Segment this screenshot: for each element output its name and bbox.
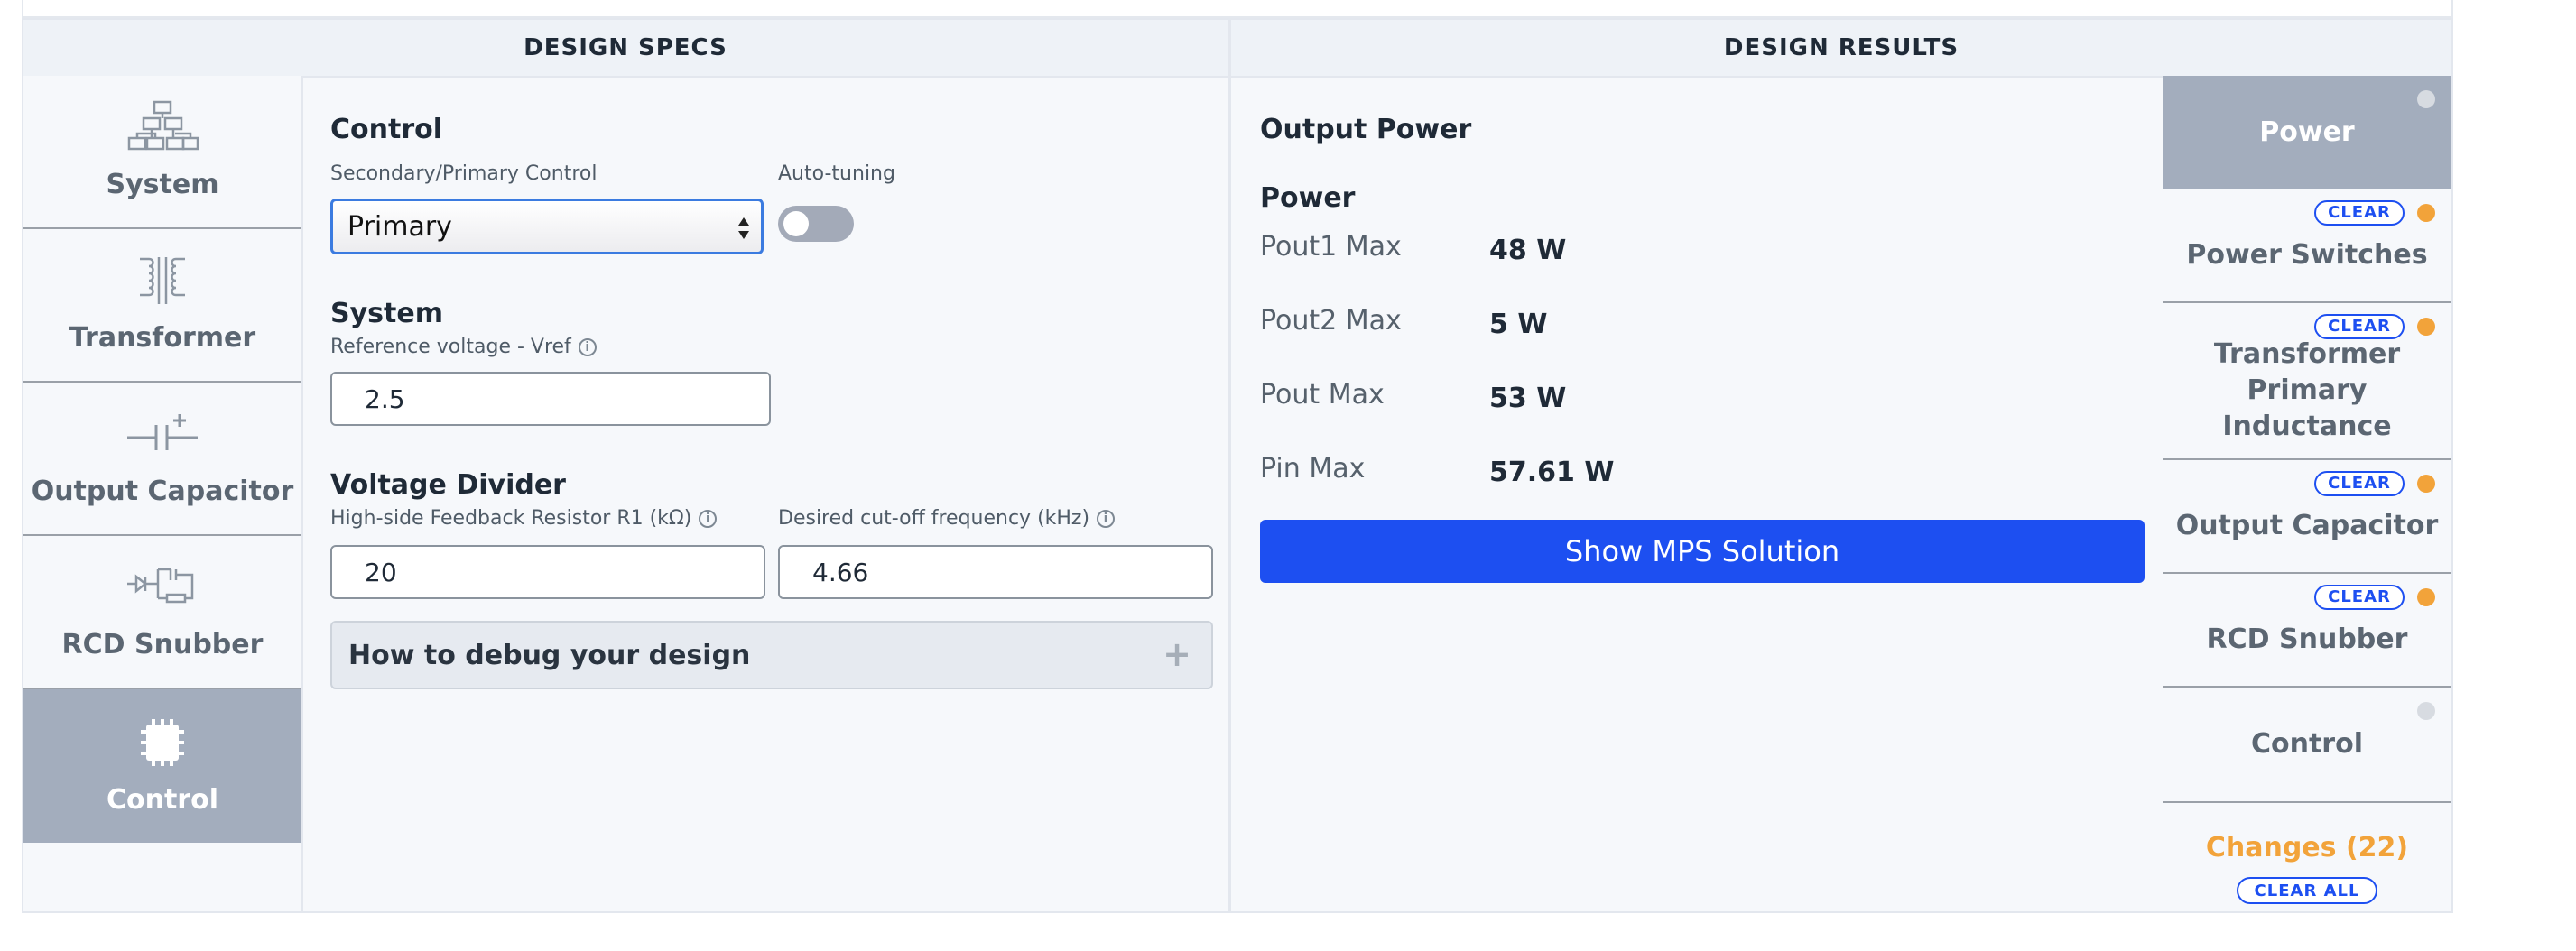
section-title-control: Control	[330, 114, 443, 145]
status-dot-icon	[2417, 90, 2435, 108]
design-specs-header: DESIGN SPECS	[23, 20, 1228, 78]
nav-item-control[interactable]: Control	[23, 689, 301, 843]
result-label: Pin Max	[1260, 453, 1366, 485]
results-tab-power[interactable]: Power	[2163, 76, 2451, 189]
results-content: Output Power Power Pout1 Max 48 W Pout2 …	[1231, 76, 2164, 911]
r1-input[interactable]: 20	[330, 545, 765, 599]
result-value: 57.61 W	[1489, 457, 1615, 488]
status-dot-icon	[2417, 318, 2435, 336]
rcd-snubber-icon	[127, 568, 194, 604]
debug-accordion[interactable]: How to debug your design +	[330, 621, 1213, 689]
status-dot-icon	[2417, 475, 2435, 493]
clear-button[interactable]: CLEAR	[2314, 314, 2405, 339]
results-tab-transformer-primary-inductance[interactable]: Transformer Primary Inductance CLEAR	[2163, 303, 2451, 460]
nav-label: Control	[106, 784, 218, 816]
auto-tuning-toggle[interactable]	[778, 206, 854, 242]
result-value: 53 W	[1489, 383, 1567, 414]
nav-label: System	[106, 169, 219, 200]
cutoff-frequency-label: Desired cut-off frequency (kHz) i	[778, 507, 1116, 530]
nav-item-transformer[interactable]: Transformer	[23, 229, 301, 383]
clear-button[interactable]: CLEAR	[2314, 471, 2405, 496]
chip-icon	[141, 719, 184, 766]
top-strip	[22, 0, 2453, 18]
results-tab-output-capacitor[interactable]: Output Capacitor CLEAR	[2163, 460, 2451, 574]
show-mps-solution-button[interactable]: Show MPS Solution	[1260, 520, 2145, 583]
auto-tuning-label: Auto-tuning	[778, 162, 895, 185]
power-subtitle: Power	[1260, 182, 1356, 214]
nav-item-output-capacitor[interactable]: Output Capacitor	[23, 383, 301, 536]
status-dot-icon	[2417, 204, 2435, 222]
control-mode-select[interactable]: Primary	[330, 199, 764, 254]
control-mode-value: Primary	[347, 210, 452, 243]
clear-button[interactable]: CLEAR	[2314, 585, 2405, 610]
result-value: 48 W	[1489, 235, 1567, 266]
capacitor-icon	[127, 414, 198, 450]
section-title-system: System	[330, 298, 443, 329]
r1-label: High-side Feedback Resistor R1 (kΩ) i	[330, 507, 718, 530]
info-icon[interactable]: i	[1097, 509, 1116, 528]
result-label: Pout2 Max	[1260, 305, 1402, 337]
debug-accordion-label: How to debug your design	[348, 639, 751, 671]
plus-icon: +	[1163, 634, 1191, 674]
status-dot-icon	[2417, 588, 2435, 606]
nav-label: RCD Snubber	[61, 629, 264, 660]
status-dot-icon	[2417, 702, 2435, 720]
nav-item-system[interactable]: System	[23, 76, 301, 229]
tab-label: RCD Snubber	[2206, 623, 2408, 655]
results-tab-control[interactable]: Control	[2163, 688, 2451, 803]
design-results-panel: DESIGN RESULTS Output Power Power Pout1 …	[1229, 18, 2453, 913]
results-tabs: Power Power Switches CLEAR Transformer P…	[2163, 76, 2451, 911]
result-label: Pout1 Max	[1260, 231, 1402, 263]
toggle-knob	[783, 211, 809, 236]
design-results-header: DESIGN RESULTS	[1231, 20, 2451, 78]
control-mode-label: Secondary/Primary Control	[330, 162, 598, 185]
system-hierarchy-icon	[127, 100, 199, 151]
tab-label: Power	[2259, 116, 2355, 148]
transformer-icon	[140, 257, 185, 304]
clear-all-button[interactable]: CLEAR ALL	[2237, 877, 2377, 904]
nav-label: Transformer	[69, 322, 256, 354]
section-title-voltage-divider: Voltage Divider	[330, 469, 566, 501]
tab-label: Output Capacitor	[2175, 510, 2439, 541]
design-specs-panel: DESIGN SPECS System Transformer Output C…	[22, 18, 1229, 913]
result-label: Pout Max	[1260, 379, 1385, 411]
tab-label: Transformer Primary Inductance	[2213, 338, 2401, 442]
tab-label: Control	[2250, 728, 2363, 760]
tab-label: Power Switches	[2186, 239, 2428, 271]
info-icon[interactable]: i	[578, 337, 597, 356]
result-value: 5 W	[1489, 309, 1548, 340]
nav-label: Output Capacitor	[31, 476, 294, 507]
vref-label: Reference voltage - Vref i	[330, 336, 597, 358]
nav-item-rcd-snubber[interactable]: RCD Snubber	[23, 536, 301, 689]
select-arrows-icon	[738, 217, 749, 239]
results-tab-power-switches[interactable]: Power Switches CLEAR	[2163, 189, 2451, 303]
clear-button[interactable]: CLEAR	[2314, 200, 2405, 226]
vref-input[interactable]: 2.5	[330, 372, 771, 426]
info-icon[interactable]: i	[699, 509, 718, 528]
specs-nav: System Transformer Output Capacitor RCD …	[23, 76, 303, 911]
changes-count: Changes (22)	[2205, 832, 2409, 863]
cutoff-frequency-input[interactable]: 4.66	[778, 545, 1213, 599]
output-power-title: Output Power	[1260, 114, 1472, 145]
results-tab-rcd-snubber[interactable]: RCD Snubber CLEAR	[2163, 574, 2451, 688]
